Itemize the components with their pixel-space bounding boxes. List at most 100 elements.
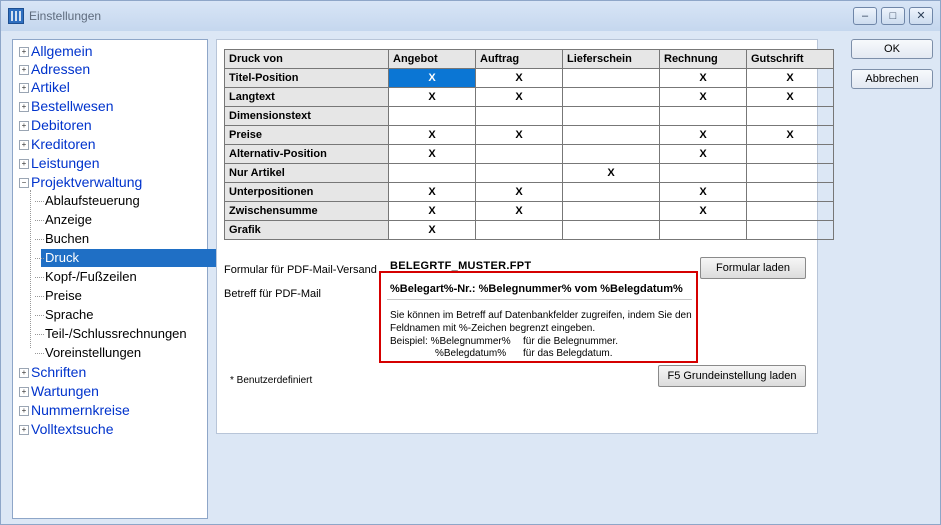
tree-item-debitoren[interactable]: + Debitoren (19, 116, 92, 134)
tree-item-schriften[interactable]: + Schriften (19, 363, 86, 381)
option-cell[interactable] (562, 125, 660, 145)
option-cell[interactable]: X (388, 182, 476, 202)
option-cell[interactable]: X (659, 87, 747, 107)
table-row: Alternativ-Position X X (224, 144, 834, 164)
option-cell[interactable]: X (475, 125, 563, 145)
tree-item-sprache[interactable]: Sprache (35, 306, 93, 324)
hint-text-line: für die Belegnummer. (523, 336, 619, 347)
subject-field[interactable]: %Belegart%-Nr.: %Belegnummer% vom %Beleg… (390, 283, 683, 295)
tree-item-buchen[interactable]: Buchen (35, 230, 89, 248)
option-cell[interactable]: X (388, 68, 476, 88)
tree-item-kopf-fusszeilen[interactable]: Kopf-/Fußzeilen (35, 268, 137, 286)
option-cell[interactable] (562, 87, 660, 107)
maximize-button[interactable]: □ (881, 7, 905, 25)
option-cell[interactable] (475, 144, 563, 164)
option-cell[interactable]: X (659, 144, 747, 164)
option-cell[interactable]: X (475, 182, 563, 202)
option-cell[interactable]: X (659, 201, 747, 221)
expand-icon[interactable]: + (19, 425, 29, 436)
option-cell[interactable]: X (659, 182, 747, 202)
tree-item-artikel[interactable]: + Artikel (19, 78, 70, 96)
expand-icon[interactable]: + (19, 102, 29, 113)
tree-item-preise[interactable]: Preise (35, 287, 82, 305)
tree-item-label: Bestellwesen (31, 98, 114, 114)
tree-item-bestellwesen[interactable]: + Bestellwesen (19, 97, 114, 115)
option-cell[interactable]: X (475, 87, 563, 107)
option-cell[interactable] (562, 220, 660, 240)
option-cell[interactable] (562, 182, 660, 202)
tree-item-voreinstellungen[interactable]: Voreinstellungen (35, 344, 141, 362)
option-cell[interactable] (746, 144, 834, 164)
option-cell[interactable] (388, 163, 476, 183)
tree-item-projektverwaltung[interactable]: − Projektverwaltung (19, 173, 142, 191)
tree-item-anzeige[interactable]: Anzeige (35, 211, 92, 229)
tree-item-wartungen[interactable]: + Wartungen (19, 382, 99, 400)
hint-text-line: Sie können im Betreff auf Datenbankfelde… (390, 310, 692, 321)
expand-icon[interactable]: + (19, 387, 29, 398)
expand-icon[interactable]: + (19, 47, 29, 58)
row-label: Grafik (224, 220, 389, 240)
load-form-button[interactable]: Formular laden (700, 257, 806, 279)
tree-item-teil-schlussrechnungen[interactable]: Teil-/Schlussrechnungen (35, 325, 187, 343)
tree-item-leistungen[interactable]: + Leistungen (19, 154, 100, 172)
option-cell[interactable] (746, 163, 834, 183)
tree-item-nummernkreise[interactable]: + Nummernkreise (19, 401, 130, 419)
option-cell[interactable]: X (746, 87, 834, 107)
option-cell[interactable] (562, 201, 660, 221)
tree-item-allgemein[interactable]: + Allgemein (19, 42, 92, 60)
option-cell[interactable]: X (659, 68, 747, 88)
tree-item-label: Projektverwaltung (31, 174, 143, 190)
tree-item-druck[interactable]: Druck (35, 249, 229, 267)
expand-icon[interactable]: + (19, 406, 29, 417)
tree-item-adressen[interactable]: + Adressen (19, 60, 90, 78)
tree-item-kreditoren[interactable]: + Kreditoren (19, 135, 96, 153)
option-cell[interactable]: X (388, 201, 476, 221)
option-cell[interactable]: X (746, 68, 834, 88)
expand-icon[interactable]: + (19, 121, 29, 132)
option-cell[interactable] (562, 68, 660, 88)
option-cell[interactable]: X (388, 220, 476, 240)
ok-button[interactable]: OK (851, 39, 933, 59)
option-cell[interactable] (746, 201, 834, 221)
load-defaults-button[interactable]: F5 Grundeinstellung laden (658, 365, 806, 387)
option-cell[interactable] (475, 163, 563, 183)
option-cell[interactable]: X (746, 125, 834, 145)
option-cell[interactable]: X (388, 144, 476, 164)
option-cell[interactable] (562, 144, 660, 164)
expand-icon[interactable]: + (19, 368, 29, 379)
option-cell[interactable] (659, 220, 747, 240)
option-cell[interactable] (562, 106, 660, 126)
expand-icon[interactable]: + (19, 159, 29, 170)
option-cell[interactable] (475, 106, 563, 126)
option-cell[interactable] (388, 106, 476, 126)
cancel-button[interactable]: Abbrechen (851, 69, 933, 89)
option-cell[interactable] (659, 106, 747, 126)
option-cell[interactable] (746, 106, 834, 126)
collapse-icon[interactable]: − (19, 178, 29, 189)
option-cell[interactable]: X (388, 87, 476, 107)
tree-item-volltextsuche[interactable]: + Volltextsuche (19, 420, 114, 438)
expand-icon[interactable]: + (19, 83, 29, 94)
subject-label: Betreff für PDF-Mail (224, 288, 321, 300)
column-header: Druck von (224, 49, 389, 69)
option-cell[interactable] (475, 220, 563, 240)
option-cell[interactable] (746, 220, 834, 240)
column-header: Gutschrift (746, 49, 834, 69)
column-header: Lieferschein (562, 49, 660, 69)
table-row: Preise X X X X (224, 125, 834, 145)
close-button[interactable]: ✕ (909, 7, 933, 25)
option-cell[interactable]: X (475, 68, 563, 88)
tree-item-ablaufsteuerung[interactable]: Ablaufsteuerung (35, 192, 140, 210)
option-cell[interactable]: X (659, 125, 747, 145)
expand-icon[interactable]: + (19, 65, 29, 76)
table-row: Titel-Position X X X X (224, 68, 834, 88)
option-cell[interactable]: X (562, 163, 660, 183)
row-label: Nur Artikel (224, 163, 389, 183)
option-cell[interactable] (659, 163, 747, 183)
option-cell[interactable] (746, 182, 834, 202)
option-cell[interactable]: X (475, 201, 563, 221)
minimize-button[interactable]: – (853, 7, 877, 25)
table-row: Nur Artikel X (224, 163, 834, 183)
option-cell[interactable]: X (388, 125, 476, 145)
expand-icon[interactable]: + (19, 140, 29, 151)
